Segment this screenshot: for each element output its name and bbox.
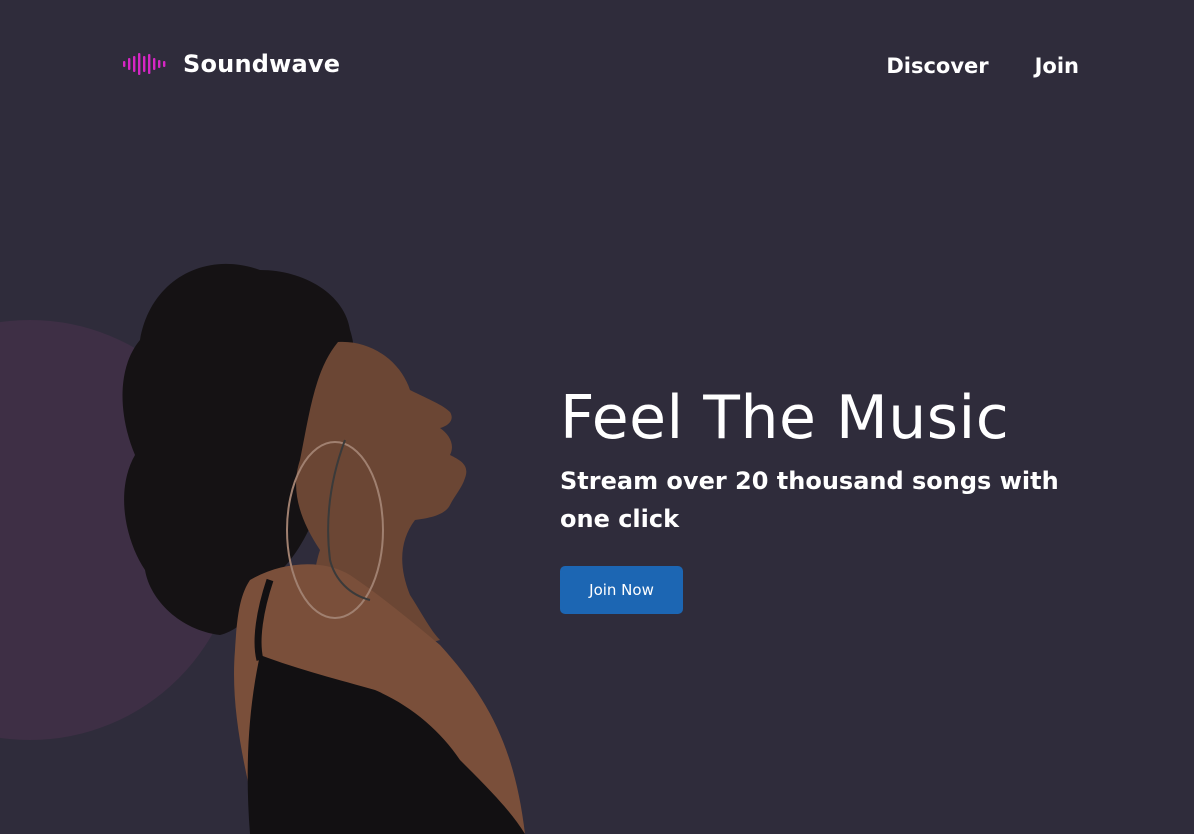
- logo[interactable]: Soundwave: [122, 50, 340, 78]
- site-header: Soundwave Discover Join: [0, 0, 1194, 130]
- hero-image: [122, 263, 526, 834]
- main-nav: Discover Join: [886, 54, 1079, 78]
- landing-page: Soundwave Discover Join Feel The Music S…: [0, 0, 1194, 834]
- nav-link-join[interactable]: Join: [1035, 54, 1079, 78]
- soundwave-bars-icon: [123, 53, 166, 75]
- nav-link-discover[interactable]: Discover: [886, 54, 988, 78]
- brand-name: Soundwave: [183, 50, 341, 78]
- hero-title: Feel The Music: [560, 383, 1010, 453]
- hero-subtitle: Stream over 20 thousand songs with one c…: [560, 467, 1059, 533]
- join-now-button[interactable]: Join Now: [560, 566, 683, 614]
- hero-content: Feel The Music Stream over 20 thousand s…: [560, 382, 1120, 614]
